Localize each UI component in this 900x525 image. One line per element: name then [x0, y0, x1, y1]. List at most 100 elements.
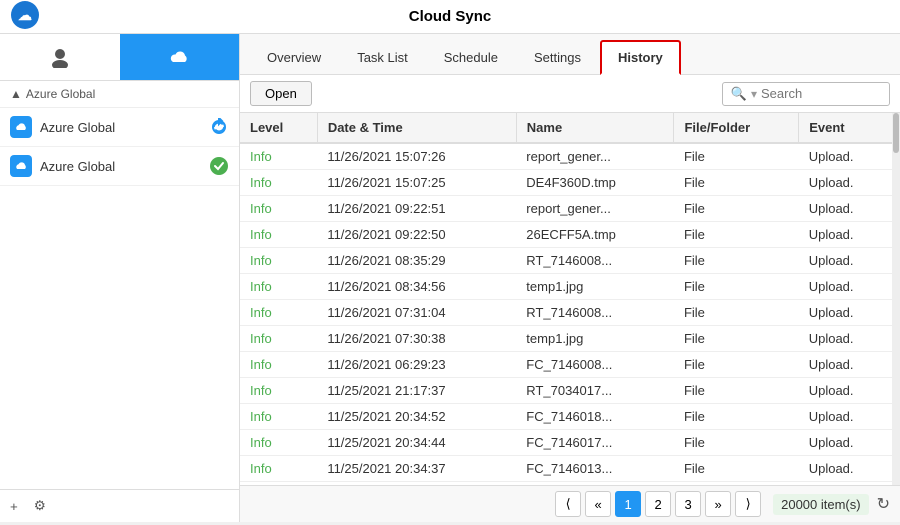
cell-level-0: Info	[240, 143, 317, 170]
sidebar-top	[0, 34, 239, 81]
cell-type-11: File	[674, 430, 799, 456]
table-row[interactable]: Info 11/25/2021 21:17:37 RT_7034017... F…	[240, 378, 892, 404]
table-row[interactable]: Info 11/26/2021 08:35:29 RT_7146008... F…	[240, 248, 892, 274]
user-tab-button[interactable]	[0, 34, 120, 80]
cell-level-3: Info	[240, 222, 317, 248]
prev-page-button[interactable]: «	[585, 491, 611, 517]
next-page-button[interactable]: »	[705, 491, 731, 517]
cell-name-0: report_gener...	[516, 143, 674, 170]
cell-type-5: File	[674, 274, 799, 300]
cell-event-8: Upload.	[799, 352, 892, 378]
first-page-button[interactable]: ⟨	[555, 491, 581, 517]
cell-name-10: FC_7146018...	[516, 404, 674, 430]
table-row[interactable]: Info 11/25/2021 20:34:52 FC_7146018... F…	[240, 404, 892, 430]
cell-level-1: Info	[240, 170, 317, 196]
col-datetime: Date & Time	[317, 113, 516, 143]
table-row[interactable]: Info 11/26/2021 08:34:56 temp1.jpg File …	[240, 274, 892, 300]
cell-level-11: Info	[240, 430, 317, 456]
cell-event-9: Upload.	[799, 378, 892, 404]
refresh-button[interactable]: ↻	[877, 494, 890, 514]
tab-schedule[interactable]: Schedule	[427, 40, 515, 74]
cell-event-12: Upload.	[799, 456, 892, 482]
col-filefolder: File/Folder	[674, 113, 799, 143]
table-row[interactable]: Info 11/26/2021 09:22:51 report_gener...…	[240, 196, 892, 222]
cell-event-0: Upload.	[799, 143, 892, 170]
cell-datetime-3: 11/26/2021 09:22:50	[317, 222, 516, 248]
cell-event-1: Upload.	[799, 170, 892, 196]
table-row[interactable]: Info 11/25/2021 20:34:44 FC_7146017... F…	[240, 430, 892, 456]
cell-level-9: Info	[240, 378, 317, 404]
table-row[interactable]: Info 11/25/2021 20:34:37 FC_7146013... F…	[240, 456, 892, 482]
cell-type-2: File	[674, 196, 799, 222]
sidebar-item-azure-global-2[interactable]: Azure Global	[0, 147, 239, 186]
table-row[interactable]: Info 11/26/2021 07:31:04 RT_7146008... F…	[240, 300, 892, 326]
table-row[interactable]: Info 11/26/2021 15:07:26 report_gener...…	[240, 143, 892, 170]
cell-datetime-7: 11/26/2021 07:30:38	[317, 326, 516, 352]
table-row[interactable]: Info 11/26/2021 07:30:38 temp1.jpg File …	[240, 326, 892, 352]
cell-name-1: DE4F360D.tmp	[516, 170, 674, 196]
check-icon-2	[209, 156, 229, 176]
search-dropdown-arrow[interactable]: ▾	[751, 87, 757, 101]
page-1-button[interactable]: 1	[615, 491, 641, 517]
cell-datetime-6: 11/26/2021 07:31:04	[317, 300, 516, 326]
cell-datetime-4: 11/26/2021 08:35:29	[317, 248, 516, 274]
cell-level-2: Info	[240, 196, 317, 222]
cell-datetime-1: 11/26/2021 15:07:25	[317, 170, 516, 196]
tab-settings[interactable]: Settings	[517, 40, 598, 74]
cell-name-12: FC_7146013...	[516, 456, 674, 482]
scrollbar-thumb[interactable]	[893, 113, 899, 153]
table-row[interactable]: Info 11/26/2021 06:29:23 FC_7146008... F…	[240, 352, 892, 378]
cell-event-6: Upload.	[799, 300, 892, 326]
title-bar: ☁ Cloud Sync	[0, 0, 900, 34]
sidebar-item-label-1: Azure Global	[40, 120, 201, 135]
cell-event-2: Upload.	[799, 196, 892, 222]
cloud-tab-button[interactable]	[120, 34, 240, 80]
cell-type-10: File	[674, 404, 799, 430]
cell-event-11: Upload.	[799, 430, 892, 456]
table-row[interactable]: Info 11/26/2021 09:22:50 26ECFF5A.tmp Fi…	[240, 222, 892, 248]
cell-name-6: RT_7146008...	[516, 300, 674, 326]
cell-type-4: File	[674, 248, 799, 274]
cloud-icon-2	[14, 159, 28, 173]
tab-history[interactable]: History	[600, 40, 681, 75]
cell-name-2: report_gener...	[516, 196, 674, 222]
add-button[interactable]: +	[10, 499, 18, 514]
search-box[interactable]: 🔍 ▾	[722, 82, 890, 106]
app-title: Cloud Sync	[409, 8, 492, 25]
cell-event-7: Upload.	[799, 326, 892, 352]
page-2-button[interactable]: 2	[645, 491, 671, 517]
tab-task-list[interactable]: Task List	[340, 40, 425, 74]
cell-name-8: FC_7146008...	[516, 352, 674, 378]
cell-type-1: File	[674, 170, 799, 196]
settings-button[interactable]: ⚙	[34, 498, 46, 514]
toolbar: Open 🔍 ▾	[240, 75, 900, 113]
last-page-button[interactable]: ⟩	[735, 491, 761, 517]
cell-type-12: File	[674, 456, 799, 482]
sidebar-section-header: ▲ Azure Global	[0, 81, 239, 108]
col-name: Name	[516, 113, 674, 143]
cell-event-3: Upload.	[799, 222, 892, 248]
cloud-tab-icon	[168, 46, 190, 68]
search-input[interactable]	[761, 86, 881, 101]
cell-type-8: File	[674, 352, 799, 378]
cell-datetime-5: 11/26/2021 08:34:56	[317, 274, 516, 300]
sidebar-item-azure-global-1[interactable]: Azure Global	[0, 108, 239, 147]
cell-datetime-9: 11/25/2021 21:17:37	[317, 378, 516, 404]
cell-type-0: File	[674, 143, 799, 170]
page-3-button[interactable]: 3	[675, 491, 701, 517]
content-area: Overview Task List Schedule Settings His…	[240, 34, 900, 522]
cell-event-5: Upload.	[799, 274, 892, 300]
user-icon	[49, 46, 71, 68]
tab-overview[interactable]: Overview	[250, 40, 338, 74]
cell-level-5: Info	[240, 274, 317, 300]
cell-datetime-0: 11/26/2021 15:07:26	[317, 143, 516, 170]
sidebar: ▲ Azure Global Azure Global	[0, 34, 240, 522]
open-button[interactable]: Open	[250, 81, 312, 106]
cell-event-10: Upload.	[799, 404, 892, 430]
cell-name-9: RT_7034017...	[516, 378, 674, 404]
refresh-icon-1	[209, 117, 229, 137]
scrollbar[interactable]	[892, 113, 900, 485]
cell-name-5: temp1.jpg	[516, 274, 674, 300]
search-icon: 🔍	[731, 86, 747, 102]
table-row[interactable]: Info 11/26/2021 15:07:25 DE4F360D.tmp Fi…	[240, 170, 892, 196]
